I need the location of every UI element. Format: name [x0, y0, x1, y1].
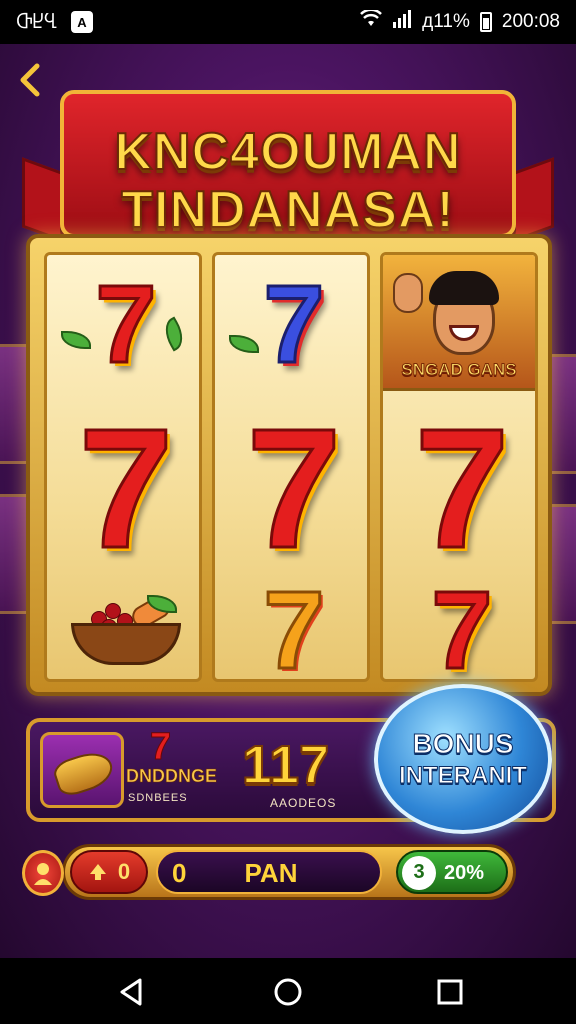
status-time: 200:08: [501, 11, 560, 32]
nav-back-button[interactable]: [116, 976, 148, 1008]
spin-button[interactable]: 0 PAN: [156, 850, 382, 894]
fruit-basket-icon: [71, 592, 181, 665]
percent-button[interactable]: 3 20%: [396, 850, 508, 894]
controls-bar: 0 0 PAN 3 20%: [22, 844, 516, 902]
title-line-2: TINDANASA!: [120, 180, 455, 240]
info-label-main: DNDDNGE: [126, 766, 218, 787]
character-hand: [393, 273, 423, 313]
seven-symbol: 7: [77, 393, 175, 586]
bet-value: 0: [117, 859, 131, 884]
battery-percent: д11%: [422, 11, 470, 32]
status-left-text: ႧႾႡ: [16, 11, 57, 32]
reel-3: SNGAD GANS 7 7: [380, 252, 538, 682]
notification-icon: A: [70, 11, 93, 33]
seven-symbol: 7: [245, 393, 343, 586]
percent-value: 20%: [444, 862, 485, 884]
seven-symbol: 7: [413, 393, 511, 586]
slot-machine: 7 7 7 7 7 SNGAD GANS 7 7: [26, 234, 552, 696]
mini-seven-symbol: 7: [149, 726, 172, 769]
navigation-bar: [0, 958, 576, 1024]
count-value: 117: [241, 734, 330, 796]
title-line-1: KNC4OUMAN: [114, 122, 462, 182]
bonus-label: BONUS: [412, 728, 514, 760]
cell-signal-icon: [392, 10, 412, 34]
bonus-sublabel: INTERANIT: [399, 762, 528, 790]
character-hair: [429, 271, 499, 305]
arrow-up-icon: [89, 864, 106, 880]
seven-symbol: 7: [430, 568, 494, 682]
title-banner: KNC4OUMAN TINDANASA!: [22, 80, 554, 260]
wifi-icon: [360, 8, 383, 34]
nav-home-button[interactable]: [272, 976, 304, 1008]
reel-1: 7 7: [44, 252, 202, 682]
bonus-button[interactable]: BONUS INTERANIT: [366, 684, 556, 834]
character-portrait: SNGAD GANS: [383, 255, 535, 391]
character-label: SNGAD GANS: [401, 360, 517, 380]
status-bar: ႧႾႡ A д11% 200:08: [0, 0, 576, 44]
battery-icon: [479, 12, 492, 32]
seven-symbol: 7: [262, 262, 326, 388]
square-recent-icon: [437, 979, 463, 1005]
nav-recent-button[interactable]: [434, 976, 466, 1008]
info-label-sub: SDNBEES: [128, 792, 188, 804]
bet-button[interactable]: 0: [70, 850, 148, 894]
circle-home-icon: [274, 978, 302, 1006]
triangle-back-icon: [120, 978, 142, 1006]
spin-label: PAN: [244, 858, 298, 888]
reel-2: 7 7 7: [212, 252, 370, 682]
horn-icon: [50, 746, 118, 800]
horn-box[interactable]: [40, 732, 124, 808]
count-label: AAODEOS: [270, 796, 337, 810]
seven-symbol: 7: [262, 568, 326, 682]
game-screen: KNC4OUMAN TINDANASA! 7 7 7 7 7 SNGAD GAN…: [0, 44, 576, 958]
percent-icon: 3: [402, 856, 436, 890]
menu-button[interactable]: [22, 850, 64, 896]
person-icon: [34, 863, 52, 885]
